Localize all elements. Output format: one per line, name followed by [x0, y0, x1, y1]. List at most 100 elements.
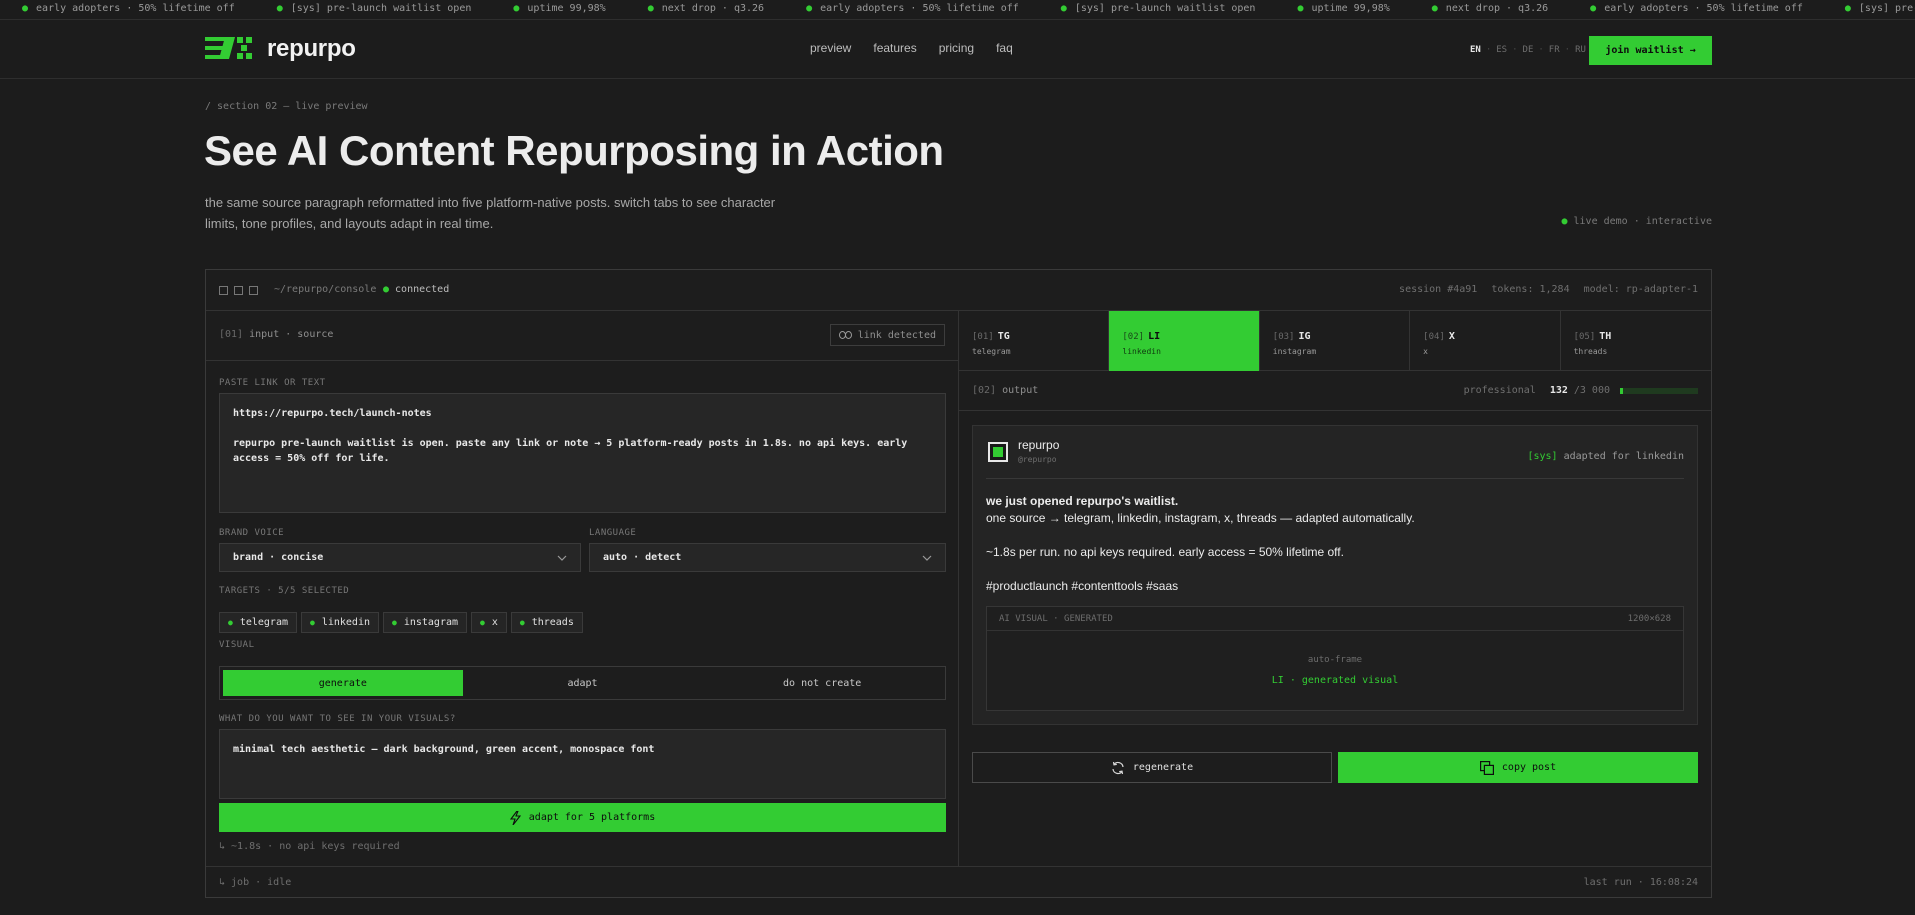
post-line: one source → telegram, linkedin, instagr…	[986, 511, 1415, 525]
lang-fr[interactable]: FR	[1549, 45, 1560, 55]
tab-threads[interactable]: [05] TH threads	[1561, 311, 1711, 371]
input-panel: [01] input · source link detected PASTE …	[206, 311, 959, 866]
language-select[interactable]: auto · detect	[589, 543, 946, 572]
regenerate-button[interactable]: regenerate	[972, 752, 1332, 783]
console-meta: session #4a91 tokens: 1,284 model: rp-ad…	[1399, 284, 1698, 295]
tab-x[interactable]: [04] X x	[1410, 311, 1561, 371]
ticker-item: ● next drop · q3.26	[648, 0, 764, 18]
chip-label: x	[491, 617, 498, 628]
live-demo-label: live demo · interactive	[1573, 216, 1712, 227]
visual-mode-toggle: generate adapt do not create	[219, 666, 946, 700]
visual-option-adapt[interactable]: adapt	[463, 670, 703, 696]
ticker-text: next drop · q3.26	[661, 3, 765, 14]
logo[interactable]: repurpo	[205, 34, 356, 64]
source-url: https://repurpo.tech/launch-notes	[233, 408, 432, 419]
brand-voice-value: brand · concise	[233, 552, 324, 563]
ticker-text: early adopters · 50% lifetime off	[1604, 3, 1803, 14]
console-footer: ↳ job · idle last run · 16:08:24	[206, 866, 1711, 899]
check-dot-icon: ●	[310, 618, 315, 627]
ticker-item: ● early adopters · 50% lifetime off	[22, 0, 235, 18]
input-label: input · source	[249, 329, 334, 340]
post-author-handle: @repurpo	[1018, 455, 1057, 464]
status-dot-icon: ●	[22, 3, 29, 14]
ticker-text: [sys] pre-launch waitlist open	[1074, 3, 1256, 14]
visual-option-none[interactable]: do not create	[702, 670, 942, 696]
status-dot-icon: ●	[383, 284, 390, 295]
ticker-text: [sys] pre-launch waitlist open	[1858, 3, 1915, 14]
lang-ru[interactable]: RU	[1575, 45, 1586, 55]
status-dot-icon: ●	[1297, 3, 1304, 14]
chip-label: linkedin	[321, 617, 370, 628]
status-dot-icon: ●	[806, 3, 813, 14]
lang-es[interactable]: ES	[1496, 45, 1507, 55]
repurpo-logo-icon	[205, 37, 252, 59]
post-line: ~1.8s per run. no api keys required. ear…	[986, 545, 1344, 559]
target-chip-instagram[interactable]: ● instagram	[383, 612, 468, 633]
chevron-down-icon	[557, 555, 567, 561]
chip-label: instagram	[403, 617, 459, 628]
paste-label: PASTE LINK OR TEXT	[219, 378, 326, 388]
window-square-icon[interactable]	[249, 286, 258, 295]
tab-telegram[interactable]: [01] TG telegram	[959, 311, 1110, 371]
adapt-note: ↳ ~1.8s · no api keys required	[219, 841, 400, 852]
tab-code: X	[1448, 331, 1455, 342]
lang-de[interactable]: DE	[1523, 45, 1534, 55]
copy-post-button[interactable]: copy post	[1338, 752, 1698, 783]
post-body: we just opened repurpo's waitlist. one s…	[986, 493, 1684, 595]
char-limit: /3 000	[1573, 385, 1610, 396]
sys-tag: [sys]	[1527, 451, 1558, 462]
model-name: model: rp-adapter-1	[1583, 284, 1698, 295]
window-square-icon[interactable]	[219, 286, 228, 295]
nav-faq[interactable]: faq	[996, 41, 1013, 55]
target-chip-telegram[interactable]: ● telegram	[219, 612, 297, 633]
tab-num: [05]	[1573, 332, 1596, 342]
window-controls	[219, 286, 258, 295]
tab-num: [03]	[1272, 332, 1295, 342]
window-square-icon[interactable]	[234, 286, 243, 295]
nav-pricing[interactable]: pricing	[939, 41, 974, 55]
visual-label: AI VISUAL · GENERATED	[999, 614, 1113, 624]
input-index: [01]	[219, 329, 244, 340]
language-switcher: EN · ES · DE · FR · RU	[1470, 45, 1586, 55]
check-dot-icon: ●	[519, 618, 525, 627]
tab-code: TH	[1599, 331, 1612, 342]
page-title: See AI Content Repurposing in Action	[204, 127, 944, 174]
status-dot-icon: ●	[1561, 216, 1568, 227]
target-chip-linkedin[interactable]: ● linkedin	[301, 612, 379, 633]
target-chip-x[interactable]: ● x	[471, 612, 507, 633]
section-label: / section 02 — live preview	[205, 101, 368, 112]
link-detected-badge: link detected	[829, 324, 945, 346]
visual-option-generate[interactable]: generate	[223, 670, 463, 696]
adapt-button[interactable]: adapt for 5 platforms	[219, 803, 946, 832]
console-titlebar: ~/repurpo/console ● connected session #4a…	[206, 270, 1711, 311]
ticker-track: ● early adopters · 50% lifetime off ● [sys]…	[22, 0, 1915, 18]
status-dot-icon: ●	[1590, 3, 1597, 14]
tab-linkedin[interactable]: [02] LI linkedin	[1109, 311, 1260, 371]
post-hashtags: #productlaunch #contenttools #saas	[986, 579, 1179, 593]
lang-en[interactable]: EN	[1470, 45, 1481, 55]
copy-post-label: copy post	[1501, 762, 1557, 773]
status-dot-icon: ●	[513, 3, 520, 14]
input-panel-title: [01] input · source	[219, 329, 333, 340]
tab-num: [02]	[1122, 332, 1145, 342]
brand-voice-select[interactable]: brand · concise	[219, 543, 581, 572]
nav-preview[interactable]: preview	[810, 41, 851, 55]
console-path: ~/repurpo/console	[274, 284, 377, 295]
target-chip-threads[interactable]: ● threads	[510, 612, 583, 633]
visual-prompt-textarea[interactable]: minimal tech aesthetic — dark background…	[219, 729, 946, 799]
source-textarea[interactable]: https://repurpo.tech/launch-notes repurp…	[219, 393, 946, 513]
avatar	[988, 442, 1008, 462]
ticker-item: ● uptime 99,98%	[1297, 0, 1389, 18]
check-dot-icon: ●	[392, 618, 397, 627]
join-waitlist-button[interactable]: join waitlist →	[1589, 36, 1712, 65]
language-value: auto · detect	[603, 552, 682, 563]
ticker-item: ● early adopters · 50% lifetime off	[806, 0, 1019, 18]
ticker-text: uptime 99,98%	[1311, 3, 1390, 14]
tab-instagram[interactable]: [03] IG instagram	[1260, 311, 1411, 371]
status-dot-icon: ●	[1844, 3, 1851, 14]
ticker-text: next drop · q3.26	[1445, 3, 1549, 14]
demo-console: ~/repurpo/console ● connected session #4a…	[205, 269, 1712, 898]
nav-features[interactable]: features	[873, 41, 916, 55]
tab-name: instagram	[1272, 347, 1317, 356]
output-title: [02] output	[972, 385, 1038, 396]
